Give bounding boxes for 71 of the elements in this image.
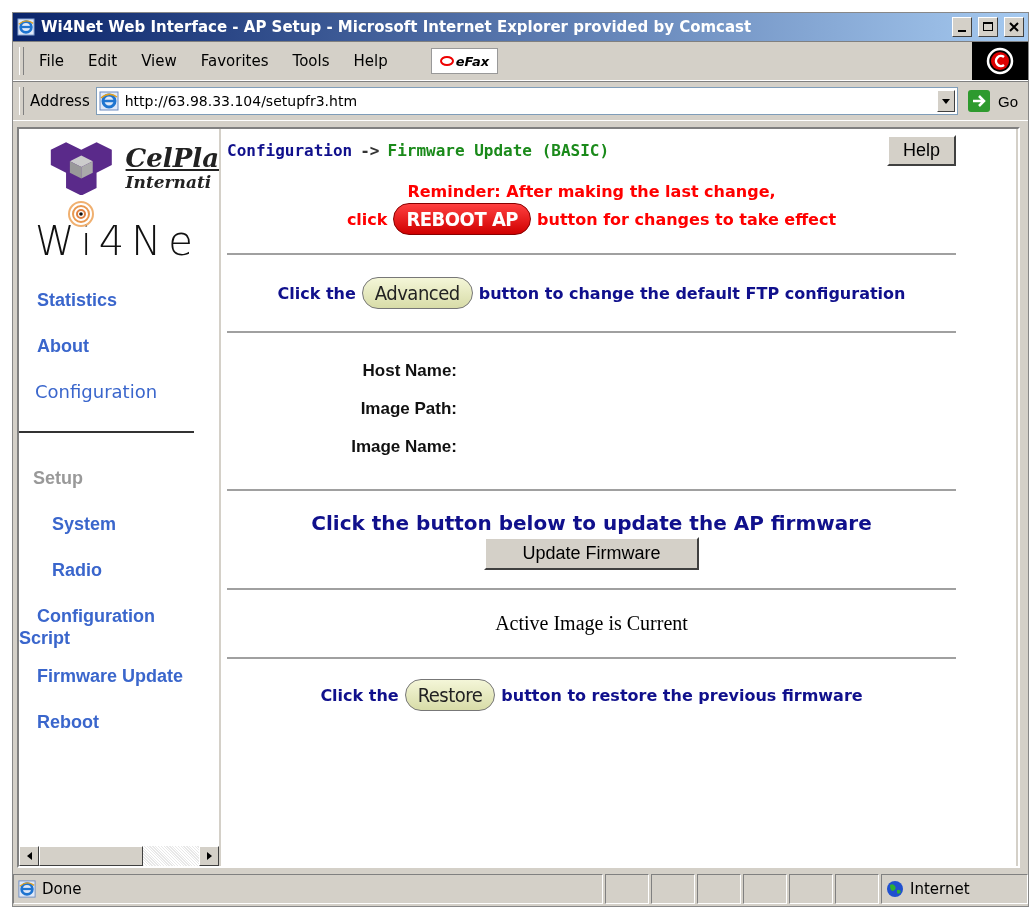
fax-logo-icon	[439, 55, 454, 67]
menu-item[interactable]: View	[132, 52, 186, 70]
efax-button[interactable]: eFax	[430, 48, 499, 74]
reminder-text: Reminder: After making the last change,	[407, 182, 776, 201]
nav-link[interactable]: Radio	[19, 559, 102, 581]
right-arrow-icon	[206, 852, 212, 860]
globe-icon	[886, 880, 904, 898]
close-icon	[1009, 22, 1019, 32]
menu-item[interactable]: File	[30, 52, 74, 70]
field-label: Image Name:	[350, 437, 457, 457]
restore-button[interactable]: Restore	[404, 679, 496, 711]
reboot-ap-button[interactable]: REBOOT AP	[393, 203, 532, 235]
nav-link[interactable]: Configuration Script	[19, 605, 169, 649]
circle-c-icon	[986, 47, 1014, 75]
status-pane	[789, 874, 833, 904]
breadcrumb-parent[interactable]: Configuration	[227, 141, 353, 160]
instruction-text: button to restore the previous firmware	[501, 685, 863, 705]
field-label: Image Path:	[359, 399, 457, 419]
company-subtitle: Internati	[125, 173, 213, 191]
left-arrow-icon	[26, 852, 32, 860]
section-heading: Setup	[32, 467, 83, 489]
nav-link[interactable]: Statistics	[19, 289, 118, 311]
maximize-button[interactable]	[978, 17, 998, 37]
maximize-icon	[983, 22, 993, 32]
go-button[interactable]: Go	[964, 90, 1028, 112]
nav-link[interactable]: Configuration	[19, 381, 158, 403]
reminder-text: button for changes to take effect	[537, 209, 837, 229]
status-pane	[743, 874, 787, 904]
nav-link[interactable]: Reboot	[19, 711, 99, 733]
status-pane	[697, 874, 741, 904]
instruction-text: Click the button below to update the AP firmware	[311, 511, 872, 535]
instruction-text: button to change the default FTP configuration	[478, 283, 906, 303]
browser-icon	[18, 880, 36, 898]
scroll-left-button[interactable]	[19, 846, 39, 866]
scroll-right-button[interactable]	[199, 846, 219, 866]
status-pane	[651, 874, 695, 904]
update-firmware-button[interactable]: Update Firmware	[484, 537, 699, 570]
status-pane	[835, 874, 879, 904]
instruction-text: Click the	[320, 685, 399, 705]
nav-link[interactable]: System	[19, 513, 117, 535]
field-label: Host Name:	[361, 361, 457, 381]
dropdown-button[interactable]	[937, 90, 955, 112]
zone-text: Internet	[910, 880, 970, 898]
minimize-button[interactable]	[952, 17, 972, 37]
horizontal-scrollbar[interactable]	[19, 846, 219, 866]
menu-item[interactable]: Favorites	[191, 52, 278, 70]
browser-icon	[17, 18, 35, 36]
company-name: CelPla	[125, 143, 219, 173]
breadcrumb-separator: ->	[360, 141, 380, 160]
browser-icon	[98, 91, 119, 111]
instruction-text: Click the	[277, 283, 356, 303]
nav-link[interactable]: Firmware Update	[19, 665, 184, 687]
help-button[interactable]: Help	[886, 135, 956, 166]
status-message: Active Image is Current	[495, 612, 688, 635]
nav-link[interactable]: About	[19, 335, 89, 357]
advanced-button[interactable]: Advanced	[361, 277, 473, 309]
window-title: Wi4Net Web Interface - AP Setup - Microsoft Internet Explorer provided by Comcast	[41, 18, 753, 36]
close-button[interactable]	[1004, 17, 1024, 37]
address-label: Address	[30, 92, 90, 110]
reminder-text: click	[346, 209, 388, 229]
menu-item[interactable]: Tools	[283, 52, 339, 70]
status-pane	[605, 874, 649, 904]
caret-icon	[942, 98, 950, 104]
minimize-icon	[958, 29, 966, 32]
product-name: Wi4Ne	[35, 219, 200, 263]
menu-item[interactable]: Edit	[79, 52, 127, 70]
status-text: Done	[42, 880, 82, 898]
address-field[interactable]: http://63.98.33.104/setupfr3.htm	[95, 87, 958, 115]
breadcrumb-current: Firmware Update (BASIC)	[387, 141, 610, 160]
scroll-thumb[interactable]	[39, 846, 143, 866]
menu-item[interactable]: Help	[344, 52, 397, 70]
